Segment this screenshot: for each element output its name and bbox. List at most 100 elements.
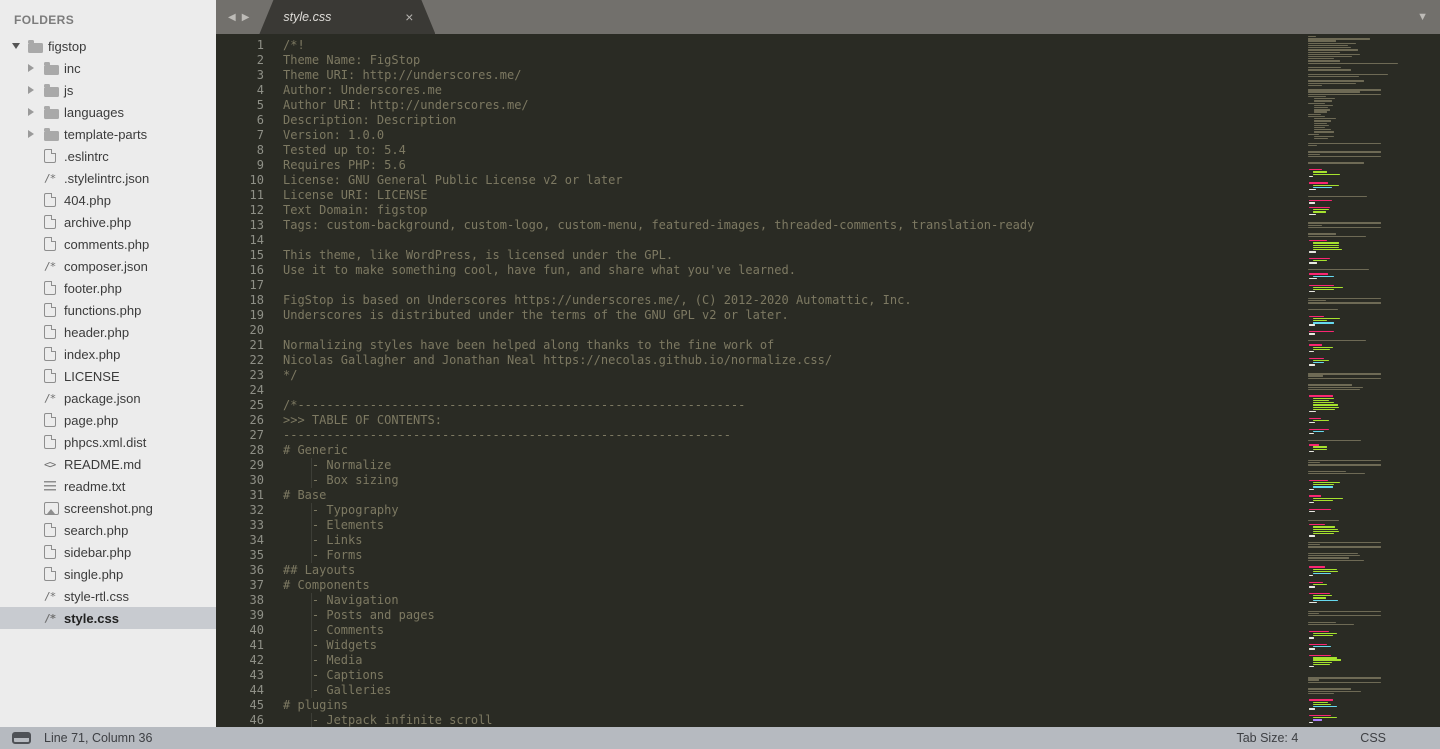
line-number[interactable]: 27: [216, 428, 264, 443]
line-number[interactable]: 32: [216, 503, 264, 518]
line-number[interactable]: 45: [216, 698, 264, 713]
tree-item-404-php[interactable]: 404.php: [0, 189, 216, 211]
code-line[interactable]: - Typography: [283, 503, 1300, 518]
disclosure-closed-icon[interactable]: [28, 86, 44, 94]
line-number[interactable]: 12: [216, 203, 264, 218]
code-line[interactable]: Underscores is distributed under the ter…: [283, 308, 1300, 323]
code-line[interactable]: Author: Underscores.me: [283, 83, 1300, 98]
line-number[interactable]: 33: [216, 518, 264, 533]
tab-close-icon[interactable]: ×: [405, 10, 413, 24]
code-line[interactable]: /*--------------------------------------…: [283, 398, 1300, 413]
code-line[interactable]: Nicolas Gallagher and Jonathan Neal http…: [283, 353, 1300, 368]
code-line[interactable]: # Base: [283, 488, 1300, 503]
tree-item-template-parts[interactable]: template-parts: [0, 123, 216, 145]
line-number[interactable]: 31: [216, 488, 264, 503]
line-number[interactable]: 26: [216, 413, 264, 428]
code-line[interactable]: - Normalize: [283, 458, 1300, 473]
code-line[interactable]: ----------------------------------------…: [283, 428, 1300, 443]
line-number[interactable]: 13: [216, 218, 264, 233]
line-number[interactable]: 9: [216, 158, 264, 173]
code-line[interactable]: - Posts and pages: [283, 608, 1300, 623]
tree-item-languages[interactable]: languages: [0, 101, 216, 123]
line-number[interactable]: 11: [216, 188, 264, 203]
tree-item-single-php[interactable]: single.php: [0, 563, 216, 585]
code-line[interactable]: [283, 233, 1300, 248]
tab-overflow-icon[interactable]: ▼: [1405, 0, 1440, 34]
disclosure-open-icon[interactable]: [12, 43, 28, 49]
disclosure-closed-icon[interactable]: [28, 108, 44, 116]
tree-item-footer-php[interactable]: footer.php: [0, 277, 216, 299]
code-line[interactable]: [283, 278, 1300, 293]
tab-scroll-right-icon[interactable]: ▶: [242, 12, 250, 23]
code-line[interactable]: [283, 323, 1300, 338]
code-line[interactable]: Use it to make something cool, have fun,…: [283, 263, 1300, 278]
code-line[interactable]: Text Domain: figstop: [283, 203, 1300, 218]
tab-scroll-left-icon[interactable]: ◀: [228, 12, 236, 23]
line-number[interactable]: 23: [216, 368, 264, 383]
line-number[interactable]: 40: [216, 623, 264, 638]
disclosure-closed-icon[interactable]: [28, 64, 44, 72]
code-line[interactable]: Normalizing styles have been helped alon…: [283, 338, 1300, 353]
tree-item-style-rtl-css[interactable]: /* style-rtl.css: [0, 585, 216, 607]
code-line[interactable]: - Media: [283, 653, 1300, 668]
tree-item-comments-php[interactable]: comments.php: [0, 233, 216, 255]
code-line[interactable]: This theme, like WordPress, is licensed …: [283, 248, 1300, 263]
line-number[interactable]: 2: [216, 53, 264, 68]
line-number[interactable]: 16: [216, 263, 264, 278]
code-line[interactable]: - Elements: [283, 518, 1300, 533]
line-number[interactable]: 15: [216, 248, 264, 263]
line-number[interactable]: 29: [216, 458, 264, 473]
tree-item-header-php[interactable]: header.php: [0, 321, 216, 343]
line-number[interactable]: 24: [216, 383, 264, 398]
line-number[interactable]: 14: [216, 233, 264, 248]
line-number[interactable]: 41: [216, 638, 264, 653]
tab-style-css[interactable]: style.css ×: [259, 0, 435, 34]
line-number[interactable]: 36: [216, 563, 264, 578]
code-line[interactable]: [283, 383, 1300, 398]
code-line[interactable]: Author URI: http://underscores.me/: [283, 98, 1300, 113]
code-line[interactable]: - Comments: [283, 623, 1300, 638]
line-number[interactable]: 44: [216, 683, 264, 698]
code-line[interactable]: License URI: LICENSE: [283, 188, 1300, 203]
tree-item-sidebar-php[interactable]: sidebar.php: [0, 541, 216, 563]
code-line[interactable]: # plugins: [283, 698, 1300, 713]
code-line[interactable]: Theme Name: FigStop: [283, 53, 1300, 68]
line-number[interactable]: 43: [216, 668, 264, 683]
line-number[interactable]: 46: [216, 713, 264, 727]
line-number[interactable]: 8: [216, 143, 264, 158]
line-number[interactable]: 28: [216, 443, 264, 458]
line-number[interactable]: 39: [216, 608, 264, 623]
syntax-indicator[interactable]: CSS: [1360, 731, 1386, 745]
line-number[interactable]: 3: [216, 68, 264, 83]
code-line[interactable]: FigStop is based on Underscores https://…: [283, 293, 1300, 308]
tree-item-search-php[interactable]: search.php: [0, 519, 216, 541]
line-number[interactable]: 19: [216, 308, 264, 323]
line-number[interactable]: 30: [216, 473, 264, 488]
line-number[interactable]: 38: [216, 593, 264, 608]
line-number[interactable]: 10: [216, 173, 264, 188]
code-line[interactable]: Requires PHP: 5.6: [283, 158, 1300, 173]
line-number[interactable]: 18: [216, 293, 264, 308]
code-line[interactable]: - Jetpack infinite scroll: [283, 713, 1300, 727]
tree-item-readme-md[interactable]: <> README.md: [0, 453, 216, 475]
tree-item-license[interactable]: LICENSE: [0, 365, 216, 387]
code-line[interactable]: - Widgets: [283, 638, 1300, 653]
tab-size-indicator[interactable]: Tab Size: 4: [1236, 731, 1298, 745]
code-line[interactable]: >>> TABLE OF CONTENTS:: [283, 413, 1300, 428]
vintage-panel-icon[interactable]: [12, 732, 31, 744]
line-number[interactable]: 4: [216, 83, 264, 98]
tree-item-phpcs-xml-dist[interactable]: phpcs.xml.dist: [0, 431, 216, 453]
code-line[interactable]: Theme URI: http://underscores.me/: [283, 68, 1300, 83]
line-number[interactable]: 7: [216, 128, 264, 143]
tree-item-page-php[interactable]: page.php: [0, 409, 216, 431]
disclosure-closed-icon[interactable]: [28, 130, 44, 138]
line-number[interactable]: 5: [216, 98, 264, 113]
line-number[interactable]: 25: [216, 398, 264, 413]
line-number[interactable]: 42: [216, 653, 264, 668]
line-number[interactable]: 17: [216, 278, 264, 293]
code-editor[interactable]: 1 2 3 4 5 6 7 8 9 10 11 12 13 14 15 16 17 18 19 20 21 22 23 24 2…: [216, 34, 1300, 727]
code-line[interactable]: # Generic: [283, 443, 1300, 458]
tree-item-functions-php[interactable]: functions.php: [0, 299, 216, 321]
code-line[interactable]: - Forms: [283, 548, 1300, 563]
code-line[interactable]: /*!: [283, 38, 1300, 53]
